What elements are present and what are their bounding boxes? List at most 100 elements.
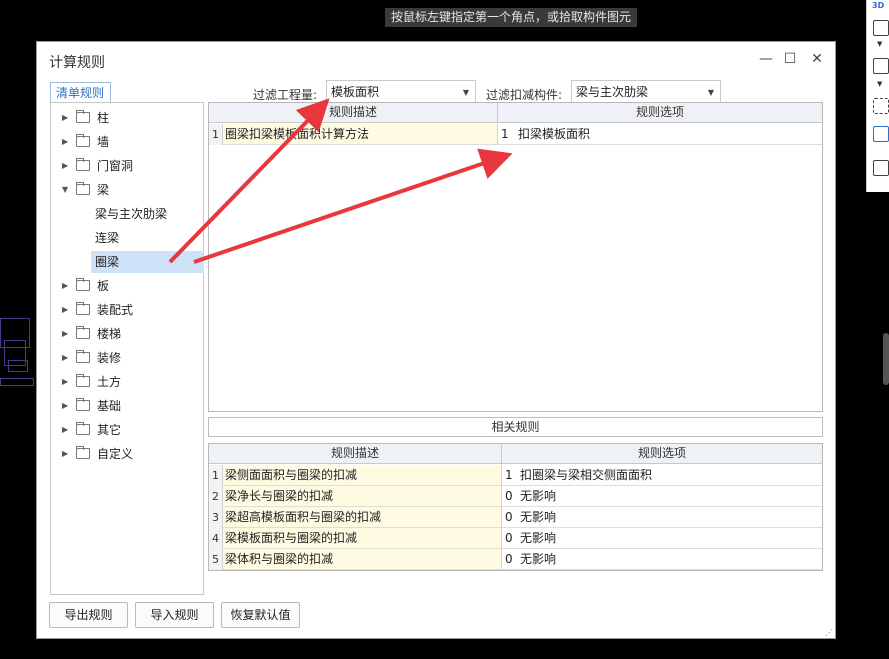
row-number: 4 <box>209 528 223 549</box>
status-hint: 按鼠标左键指定第一个角点，或拾取构件图元 <box>385 8 638 27</box>
chevron-down-icon[interactable]: ▼ <box>877 80 882 88</box>
row-number: 1 <box>209 465 223 486</box>
tree-item[interactable]: ▶ 楼梯 <box>51 323 203 345</box>
chevron-right-icon[interactable]: ▶ <box>62 443 68 465</box>
chevron-down-icon[interactable]: ▼ <box>877 40 882 48</box>
tree-item[interactable]: ▶ 基础 <box>51 395 203 417</box>
option-code: 0 <box>505 489 513 503</box>
row-number: 5 <box>209 549 223 570</box>
folder-icon <box>76 110 90 123</box>
export-rules-button[interactable]: 导出规则 <box>49 602 128 628</box>
tree-item-child[interactable]: 梁与主次肋梁 <box>51 203 203 225</box>
import-rules-button[interactable]: 导入规则 <box>135 602 214 628</box>
chevron-right-icon[interactable]: ▶ <box>62 131 68 153</box>
folder-icon <box>76 374 90 387</box>
cad-drawing-fragment <box>0 300 36 415</box>
chevron-right-icon[interactable]: ▶ <box>62 323 68 345</box>
3d-view-label: 3D <box>872 1 885 10</box>
tree-item[interactable]: ▼ 梁 <box>51 179 203 201</box>
chevron-down-icon: ▼ <box>707 88 714 97</box>
tree-item-label: 圈梁 <box>95 255 120 269</box>
folder-icon <box>76 422 90 435</box>
cube-icon[interactable] <box>873 126 889 142</box>
chevron-right-icon[interactable]: ▶ <box>62 275 68 297</box>
option-code: 1 <box>505 468 513 482</box>
tree-item-label: 装修 <box>97 351 122 365</box>
chevron-right-icon[interactable]: ▶ <box>62 107 68 129</box>
row-number: 3 <box>209 507 223 528</box>
resize-grip-icon[interactable]: ⋰ <box>825 628 833 637</box>
tree-item[interactable]: ▶ 柱 <box>51 107 203 129</box>
tree-item-child[interactable]: 连梁 <box>51 227 203 249</box>
folder-icon <box>76 302 90 315</box>
option-code: 0 <box>505 552 513 566</box>
chevron-down-icon: ▼ <box>462 88 469 97</box>
chevron-right-icon[interactable]: ▶ <box>62 395 68 417</box>
chevron-right-icon[interactable]: ▶ <box>62 155 68 177</box>
tree-item[interactable]: ▶ 其它 <box>51 419 203 441</box>
tab-bill-rules[interactable]: 清单规则 <box>50 82 111 104</box>
filter-component-label: 过滤扣减构件: <box>486 88 563 102</box>
tree-item[interactable]: ▶ 板 <box>51 275 203 297</box>
column-header-desc: 规则描述 <box>209 103 498 123</box>
tree-item-label: 楼梯 <box>97 327 122 341</box>
chevron-right-icon[interactable]: ▶ <box>62 347 68 369</box>
folder-icon <box>76 134 90 147</box>
folder-icon <box>76 446 90 459</box>
rule-option[interactable]: 1 扣圈梁与梁相交侧面面积 <box>502 465 822 485</box>
tree-item[interactable]: ▶ 门窗洞 <box>51 155 203 177</box>
table-row[interactable]: 4 梁模板面积与圈梁的扣减 0 无影响 <box>209 528 822 549</box>
calc-rules-dialog: 计算规则 — ☐ ✕ 清单规则 过滤工程量: 模板面积 ▼ 过滤扣减构件: 梁与… <box>36 41 836 639</box>
folder-icon <box>76 182 90 195</box>
row-number: 1 <box>209 124 223 145</box>
rule-option[interactable]: 1 扣梁模板面积 <box>498 124 822 144</box>
tree-item[interactable]: ▶ 装配式 <box>51 299 203 321</box>
list-icon[interactable] <box>873 160 889 176</box>
close-button[interactable]: ✕ <box>808 50 826 68</box>
tree-item-label: 梁与主次肋梁 <box>95 207 168 221</box>
option-text: 无影响 <box>520 552 557 566</box>
folder-icon <box>76 278 90 291</box>
chevron-down-icon[interactable]: ▼ <box>62 179 68 201</box>
rule-option[interactable]: 0 无影响 <box>502 486 822 506</box>
table-row[interactable]: 2 梁净长与圈梁的扣减 0 无影响 <box>209 486 822 507</box>
filter-quantity-label: 过滤工程量: <box>253 88 318 102</box>
view-icon[interactable] <box>873 20 889 36</box>
column-header-option: 规则选项 <box>502 444 822 464</box>
rule-option[interactable]: 0 无影响 <box>502 507 822 527</box>
tree-item[interactable]: ▶ 装修 <box>51 347 203 369</box>
column-header-desc: 规则描述 <box>209 444 502 464</box>
tree-item-label: 其它 <box>97 423 122 437</box>
chevron-right-icon[interactable]: ▶ <box>62 371 68 393</box>
table-row[interactable]: 3 梁超高模板面积与圈梁的扣减 0 无影响 <box>209 507 822 528</box>
option-text: 扣梁模板面积 <box>518 127 591 141</box>
minimize-button[interactable]: — <box>757 50 775 68</box>
chevron-right-icon[interactable]: ▶ <box>62 299 68 321</box>
table-row[interactable]: 5 梁体积与圈梁的扣减 0 无影响 <box>209 549 822 570</box>
component-tree: ▶ 柱 ▶ 墙 ▶ 门窗洞 ▼ 梁梁与主次肋梁 连梁 圈梁 ▶ 板 ▶ 装配式 ▶ 楼梯 ▶ 装修 ▶ 土方 ▶ 基础 ▶ 其… <box>50 102 204 595</box>
tree-item-label: 柱 <box>97 111 110 125</box>
tree-item-label: 装配式 <box>97 303 134 317</box>
scrollbar[interactable] <box>883 333 889 385</box>
restore-defaults-button[interactable]: 恢复默认值 <box>221 602 300 628</box>
right-toolbar: 3D ▼ ▼ <box>866 0 889 192</box>
tree-item-label: 板 <box>97 279 110 293</box>
tree-item-label: 基础 <box>97 399 122 413</box>
table-row[interactable]: 1 圈梁扣梁模板面积计算方法 1 扣梁模板面积 <box>209 124 822 145</box>
layer-icon[interactable] <box>873 58 889 74</box>
tree-item[interactable]: ▶ 自定义 <box>51 443 203 465</box>
tree-item-child[interactable]: 圈梁 <box>91 251 204 273</box>
select-box-icon[interactable] <box>873 98 889 114</box>
rule-description: 梁模板面积与圈梁的扣减 <box>223 528 502 548</box>
chevron-right-icon[interactable]: ▶ <box>62 419 68 441</box>
option-text: 无影响 <box>520 510 557 524</box>
maximize-button[interactable]: ☐ <box>781 50 799 68</box>
rule-option[interactable]: 0 无影响 <box>502 549 822 569</box>
tree-item-label: 土方 <box>97 375 122 389</box>
dialog-title: 计算规则 <box>49 55 105 71</box>
rule-option[interactable]: 0 无影响 <box>502 528 822 548</box>
table-row[interactable]: 1 梁侧面面积与圈梁的扣减 1 扣圈梁与梁相交侧面面积 <box>209 465 822 486</box>
rules-grid: 规则描述 规则选项 1 圈梁扣梁模板面积计算方法 1 扣梁模板面积 <box>208 102 823 412</box>
tree-item[interactable]: ▶ 土方 <box>51 371 203 393</box>
tree-item[interactable]: ▶ 墙 <box>51 131 203 153</box>
